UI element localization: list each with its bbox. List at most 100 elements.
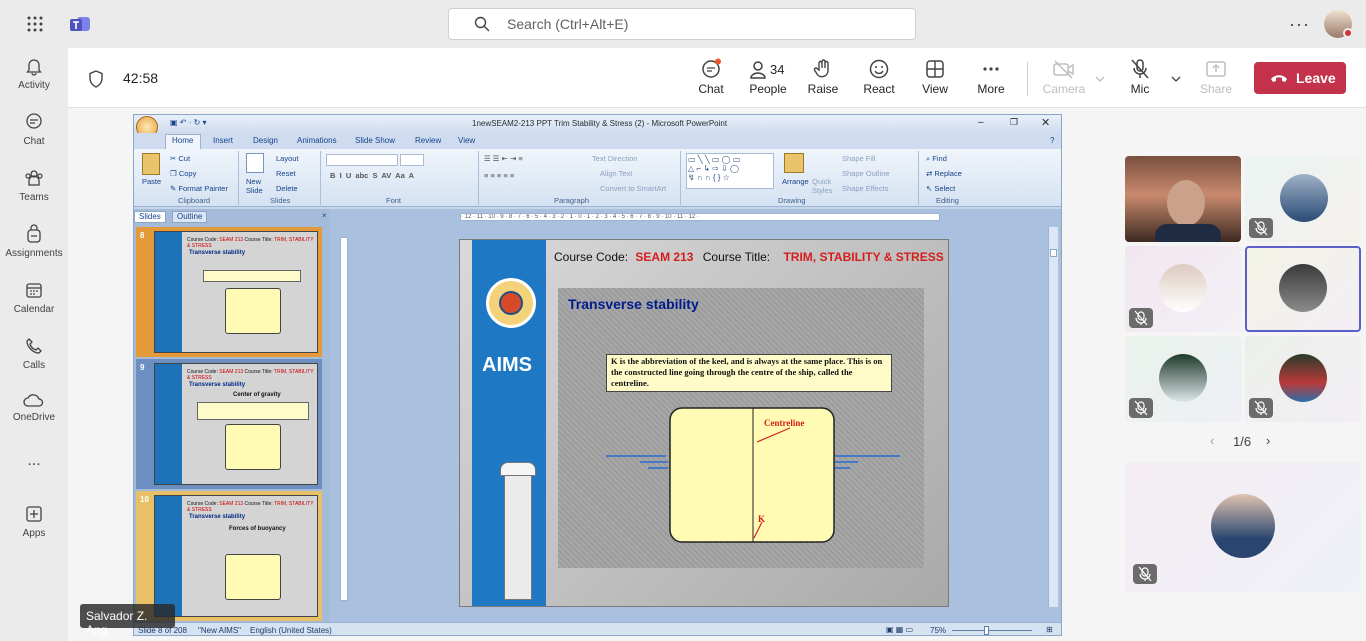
tab-outline[interactable]: Outline: [172, 211, 208, 223]
zoom-thumb[interactable]: [984, 626, 989, 635]
camera-off-icon: [1053, 60, 1074, 79]
rail-assignments[interactable]: Assignments: [0, 224, 68, 280]
rail-teams[interactable]: Teams: [0, 168, 68, 224]
tab-slides[interactable]: Slides: [134, 211, 166, 223]
course-title-label: Course Title:: [702, 250, 771, 264]
participant-tile[interactable]: [1245, 156, 1361, 242]
shape-outline-button[interactable]: Shape Outline: [842, 169, 890, 178]
shape-fill-button[interactable]: Shape Fill: [842, 154, 875, 163]
rail-onedrive[interactable]: OneDrive: [0, 392, 68, 448]
current-slide[interactable]: AIMS Course Code: SEAM 213 Course Title:…: [459, 239, 949, 607]
arrange-icon[interactable]: [784, 153, 804, 173]
new-slide-icon[interactable]: [246, 153, 264, 173]
participant-tile[interactable]: [1125, 246, 1241, 332]
convert-smartart-button[interactable]: Convert to SmartArt: [600, 184, 666, 193]
rail-activity[interactable]: Activity: [0, 56, 68, 112]
clipboard-group-label: Clipboard: [178, 196, 211, 205]
people-button[interactable]: 34 People: [739, 58, 797, 102]
share-button[interactable]: Share: [1188, 58, 1244, 102]
chevron-down-icon[interactable]: [1095, 76, 1105, 82]
search-box[interactable]: Search (Ctrl+Alt+E): [448, 8, 916, 40]
participant-tile[interactable]: [1245, 336, 1361, 422]
slide-thumbnail[interactable]: 9 Course Code: SEAM 213 Course Title: TR…: [136, 359, 322, 489]
new-slide-label[interactable]: New Slide: [246, 177, 268, 195]
tab-review[interactable]: Review: [415, 136, 441, 145]
paste-icon[interactable]: [142, 153, 160, 175]
shared-powerpoint-window: ▣ ↶ · ↻ ▾ 1newSEAM2-213 PPT Trim Stabili…: [133, 114, 1062, 636]
quick-access-icon[interactable]: ▣ ↶ · ↻ ▾: [170, 118, 207, 127]
vertical-scrollbar[interactable]: [1048, 227, 1058, 607]
font-group-label: Font: [386, 196, 402, 205]
self-view-tile[interactable]: [1125, 462, 1361, 592]
tab-home[interactable]: Home: [172, 136, 193, 145]
shape-effects-button[interactable]: Shape Effects: [842, 184, 889, 193]
delete-button[interactable]: Delete: [276, 184, 298, 193]
shield-icon[interactable]: [88, 70, 104, 88]
rail-calendar[interactable]: Calendar: [0, 280, 68, 336]
font-format-icons[interactable]: B I U abc S AV Aa A: [330, 171, 414, 180]
participant-tile-active[interactable]: [1245, 246, 1361, 332]
quick-styles-label[interactable]: Quick Styles: [812, 177, 838, 195]
format-painter-button[interactable]: ✎ Format Painter: [170, 184, 228, 193]
help-icon[interactable]: ?: [1050, 136, 1054, 145]
raise-hand-button[interactable]: Raise: [795, 58, 851, 102]
camera-button[interactable]: Camera: [1036, 58, 1092, 102]
copy-button[interactable]: ❐ Copy: [170, 169, 196, 178]
chevron-left-icon[interactable]: ‹: [1210, 433, 1214, 448]
zoom-slider[interactable]: [952, 630, 1032, 631]
cut-label: Cut: [178, 154, 191, 163]
fit-window-icon[interactable]: ⊞: [1046, 625, 1053, 634]
user-avatar[interactable]: [1324, 10, 1353, 38]
select-button[interactable]: ↖ Select: [926, 184, 955, 193]
paste-label[interactable]: Paste: [142, 177, 161, 186]
scroll-thumb[interactable]: [1050, 249, 1057, 257]
reset-button[interactable]: Reset: [276, 169, 296, 178]
align-icons[interactable]: ≡ ≡ ≡ ≡ ≡: [484, 171, 514, 180]
slide-thumbnail[interactable]: 10 Course Code: SEAM 213 Course Title: T…: [136, 491, 322, 621]
tab-design[interactable]: Design: [253, 136, 278, 145]
bullets-icon[interactable]: ☰ ☰ ⇤ ⇥ ≡: [484, 154, 523, 163]
muted-mic-icon: [1133, 564, 1157, 584]
shapes-gallery[interactable]: ▭ ╲ ╲ ▭ ◯ ▭ △ ⌐ ↳ ⇨ ⇩ ◯ ↯ ∩ ∩ { } ☆: [686, 153, 774, 189]
chevron-down-icon[interactable]: [1171, 76, 1181, 82]
replace-button[interactable]: ⇄ Replace: [926, 169, 962, 178]
restore-icon[interactable]: ❐: [1010, 117, 1018, 128]
chat-button[interactable]: Chat: [683, 58, 739, 102]
align-text-button[interactable]: Align Text: [600, 169, 632, 178]
rail-apps[interactable]: Apps: [0, 504, 68, 560]
minimize-icon[interactable]: –: [978, 117, 984, 128]
find-button[interactable]: ⌕ Find: [926, 154, 947, 164]
slide-thumbnail[interactable]: 8 Course Code: SEAM 213 Course Title: TR…: [136, 227, 322, 357]
font-name-input[interactable]: [326, 154, 398, 166]
leave-button[interactable]: Leave: [1254, 62, 1346, 94]
close-icon[interactable]: ✕: [1041, 116, 1050, 129]
format-painter-label: Format Painter: [178, 184, 228, 193]
muted-mic-icon: [1249, 218, 1273, 238]
tab-insert[interactable]: Insert: [213, 136, 233, 145]
view-buttons-icon[interactable]: ▣ ▦ ▭: [886, 625, 913, 634]
rail-more[interactable]: ...: [0, 452, 68, 508]
cut-button[interactable]: ✂ Cut: [170, 154, 190, 163]
hand-icon: [813, 59, 829, 78]
app-launcher-icon[interactable]: [26, 15, 44, 38]
mic-button[interactable]: Mic: [1112, 58, 1168, 102]
rail-label: Calendar: [13, 304, 55, 315]
layout-button[interactable]: Layout: [276, 154, 299, 163]
arrange-label[interactable]: Arrange: [782, 177, 809, 186]
rail-calls[interactable]: Calls: [0, 336, 68, 392]
view-button[interactable]: View: [907, 58, 963, 102]
text-direction-button[interactable]: Text Direction: [592, 154, 637, 163]
more-button[interactable]: More: [963, 58, 1019, 102]
participant-tile[interactable]: [1125, 336, 1241, 422]
rail-chat[interactable]: Chat: [0, 112, 68, 168]
close-pane-icon[interactable]: ×: [322, 211, 327, 220]
tab-slide-show[interactable]: Slide Show: [355, 136, 395, 145]
chevron-right-icon[interactable]: ›: [1266, 433, 1270, 448]
course-code: SEAM 213: [635, 250, 694, 264]
settings-more-icon[interactable]: ···: [1289, 14, 1310, 35]
tab-animations[interactable]: Animations: [297, 136, 337, 145]
participant-tile-video[interactable]: [1125, 156, 1241, 242]
font-size-input[interactable]: [400, 154, 424, 166]
react-button[interactable]: React: [851, 58, 907, 102]
tab-view[interactable]: View: [458, 136, 475, 145]
